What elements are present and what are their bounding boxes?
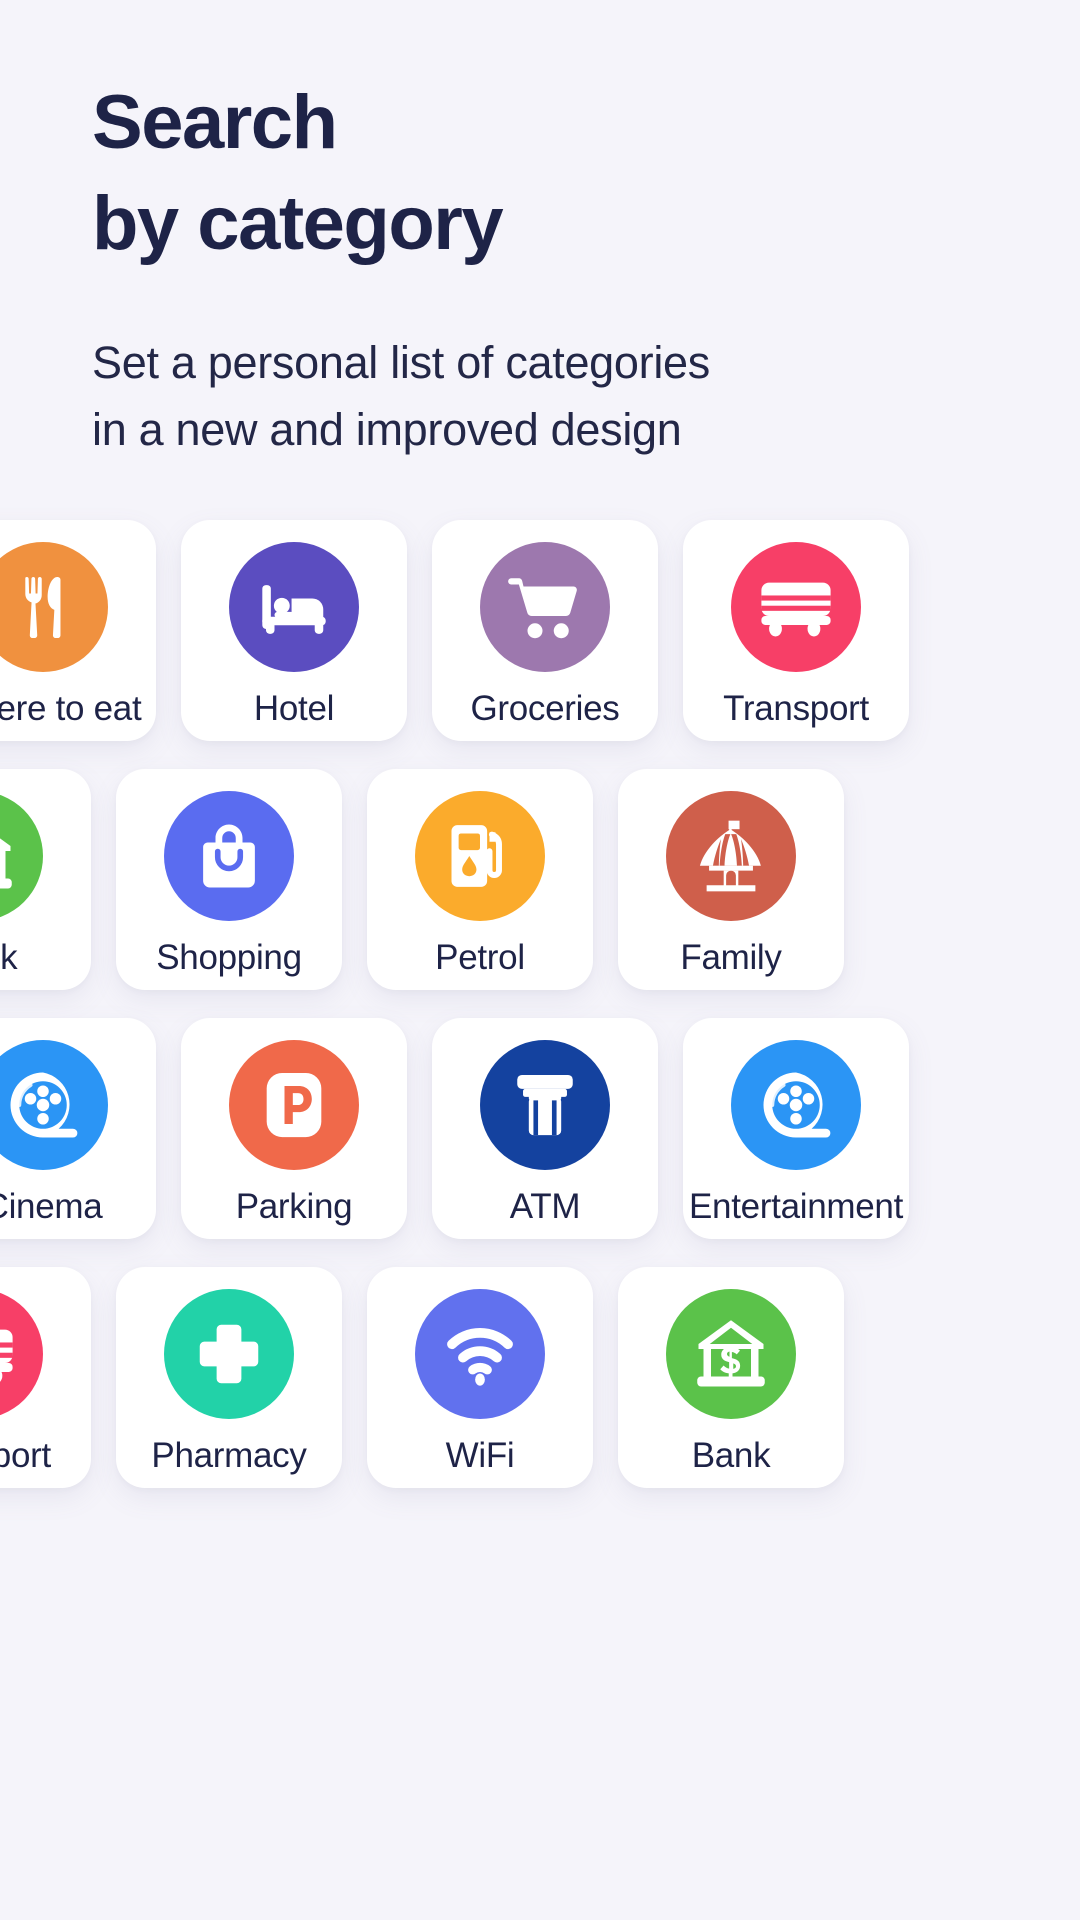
category-card[interactable]: Shopping <box>116 769 342 990</box>
category-label: Pharmacy <box>151 1436 307 1475</box>
category-row: Bank Shopping Petrol Family <box>0 769 1080 1018</box>
bank-dollar-icon <box>0 791 43 921</box>
category-label: Cinema <box>0 1187 103 1226</box>
wifi-icon <box>415 1289 545 1419</box>
category-label: WiFi <box>445 1436 515 1475</box>
fuel-pump-icon <box>415 791 545 921</box>
category-label: Shopping <box>156 938 302 977</box>
category-label: Bank <box>0 938 18 977</box>
category-label: Petrol <box>435 938 525 977</box>
page-subtitle-line-1: Set a personal list of categories <box>92 337 710 389</box>
category-card[interactable]: Parking <box>181 1018 407 1239</box>
category-card[interactable]: Where to eat <box>0 520 156 741</box>
film-reel-icon <box>0 1040 108 1170</box>
cutlery-icon <box>0 542 108 672</box>
category-card[interactable]: Pharmacy <box>116 1267 342 1488</box>
category-card[interactable]: Transport <box>0 1267 91 1488</box>
category-card[interactable]: Groceries <box>432 520 658 741</box>
shopping-cart-icon <box>480 542 610 672</box>
category-label: Entertainment <box>689 1187 903 1226</box>
category-card[interactable]: Bank <box>618 1267 844 1488</box>
page-title-line-2: by category <box>92 181 504 267</box>
category-label: Transport <box>723 689 869 728</box>
page-subtitle: Set a personal list of categories in a n… <box>92 330 992 463</box>
parking-p-icon <box>229 1040 359 1170</box>
category-label: Family <box>680 938 782 977</box>
category-label: Hotel <box>253 689 335 728</box>
category-card[interactable]: Hotel <box>181 520 407 741</box>
page-subtitle-line-2: in a new and improved design <box>92 403 682 455</box>
page-header: Search by category Set a personal list o… <box>92 72 992 463</box>
bank-dollar-icon <box>666 1289 796 1419</box>
bed-icon <box>229 542 359 672</box>
category-label: Parking <box>235 1187 353 1226</box>
category-card[interactable]: Entertainment <box>683 1018 909 1239</box>
category-label: Transport <box>0 1436 51 1475</box>
atm-machine-icon <box>480 1040 610 1170</box>
category-label: ATM <box>509 1187 581 1226</box>
category-row: Cinema Parking ATM Entertainment <box>0 1018 1080 1267</box>
category-row: Where to eat Hotel Groceries Transport <box>0 520 1080 769</box>
category-card[interactable]: WiFi <box>367 1267 593 1488</box>
page-title-line-1: Search <box>92 80 338 165</box>
category-row: Transport Pharmacy WiFi Bank <box>0 1267 1080 1516</box>
shopping-bag-icon <box>164 791 294 921</box>
category-label: Groceries <box>470 689 620 728</box>
bus-icon <box>731 542 861 672</box>
category-label: Where to eat <box>0 689 142 728</box>
category-card[interactable]: ATM <box>432 1018 658 1239</box>
category-card[interactable]: Family <box>618 769 844 990</box>
page-title: Search by category <box>92 72 992 274</box>
category-search-screen: Search by category Set a personal list o… <box>0 0 1080 1920</box>
medical-cross-icon <box>164 1289 294 1419</box>
entertainment-icon <box>731 1040 861 1170</box>
category-grid: Where to eat Hotel Groceries Transport <box>0 520 1080 1516</box>
category-card[interactable]: Cinema <box>0 1018 156 1239</box>
category-card[interactable]: Bank <box>0 769 91 990</box>
category-card[interactable]: Transport <box>683 520 909 741</box>
bus-icon <box>0 1289 43 1419</box>
circus-tent-icon <box>666 791 796 921</box>
category-label: Bank <box>691 1436 771 1475</box>
category-card[interactable]: Petrol <box>367 769 593 990</box>
